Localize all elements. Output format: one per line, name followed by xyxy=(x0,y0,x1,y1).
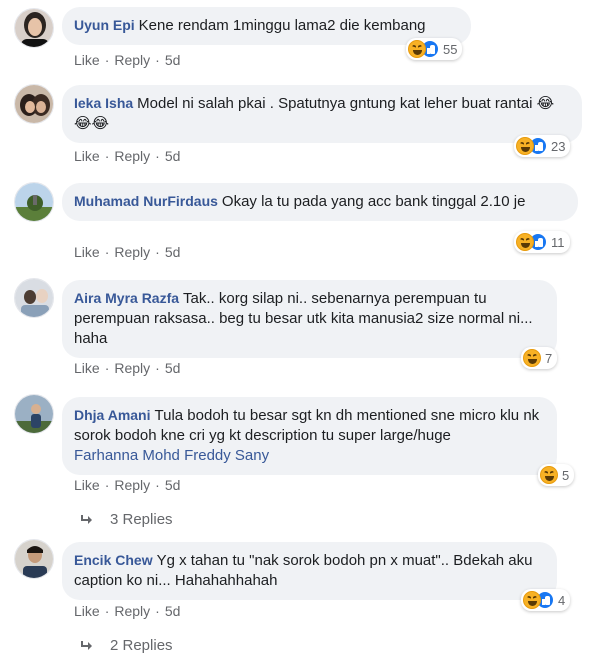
comment-actions: Like · Reply · 5d xyxy=(74,52,180,68)
reaction-count: 11 xyxy=(551,234,565,250)
like-button[interactable]: Like xyxy=(74,148,100,164)
comment-actions: Like · Reply · 5d xyxy=(74,148,180,164)
comment-bubble: Muhamad NurFirdaus Okay la tu pada yang a… xyxy=(62,183,578,221)
reply-button[interactable]: Reply xyxy=(114,148,150,164)
avatar[interactable] xyxy=(14,182,54,222)
avatar[interactable] xyxy=(14,539,54,579)
reaction-count: 55 xyxy=(443,41,458,57)
reply-button[interactable]: Reply xyxy=(114,244,150,260)
reply-button[interactable]: Reply xyxy=(114,360,150,376)
replies-count[interactable]: 2 Replies xyxy=(110,637,173,654)
separator: · xyxy=(104,244,110,260)
comment-author[interactable]: Encik Chew xyxy=(74,552,153,568)
avatar[interactable] xyxy=(14,8,54,48)
haha-reaction-icon xyxy=(516,233,534,251)
separator: · xyxy=(155,52,160,68)
tagged-user-link[interactable]: Farhanna Mohd Freddy Sany xyxy=(74,446,545,466)
comment-bubble: Dhja Amani Tula bodoh tu besar sgt kn dh … xyxy=(62,397,557,475)
separator: · xyxy=(104,148,110,164)
comment-text: Kene rendam 1minggu lama2 die kembang xyxy=(138,17,426,34)
comment-bubble: Encik Chew Yg x tahan tu "nak sorok bodoh… xyxy=(62,542,557,600)
reaction-summary[interactable]: 7 xyxy=(521,347,558,369)
reply-button[interactable]: Reply xyxy=(114,603,150,619)
comment-timestamp[interactable]: 5d xyxy=(165,52,181,68)
like-button[interactable]: Like xyxy=(74,603,100,619)
reaction-count: 23 xyxy=(551,138,566,154)
reaction-count: 4 xyxy=(558,592,566,608)
haha-reaction-icon xyxy=(408,40,426,58)
comment-author[interactable]: Ieka Isha xyxy=(74,95,133,111)
reaction-summary[interactable]: 55 xyxy=(406,38,463,60)
haha-reaction-icon xyxy=(523,349,541,367)
view-replies-link[interactable]: 3 Replies xyxy=(80,511,173,528)
reaction-count: 7 xyxy=(545,350,553,366)
separator: · xyxy=(155,477,160,493)
reaction-summary[interactable]: 23 xyxy=(514,135,571,157)
reaction-summary[interactable]: 4 xyxy=(521,589,571,611)
comment-actions: Like · Reply · 5d xyxy=(74,360,180,376)
comment-actions: Like · Reply · 5d xyxy=(74,603,180,619)
reply-arrow-icon xyxy=(81,514,92,524)
comment-author[interactable]: Aira Myra Razfa xyxy=(74,290,179,306)
reaction-summary[interactable]: 11 xyxy=(514,231,570,253)
comment-timestamp[interactable]: 5d xyxy=(165,477,181,493)
view-replies-link[interactable]: 2 Replies xyxy=(80,637,173,654)
separator: · xyxy=(155,360,160,376)
haha-reaction-icon xyxy=(516,137,534,155)
like-button[interactable]: Like xyxy=(74,244,100,260)
separator: · xyxy=(155,148,160,164)
separator: · xyxy=(104,603,110,619)
reply-arrow-icon xyxy=(81,640,92,650)
separator: · xyxy=(155,244,160,260)
comment-actions: Like · Reply · 5d xyxy=(74,244,180,260)
separator: · xyxy=(104,360,110,376)
comment-actions: Like · Reply · 5d xyxy=(74,477,180,493)
reaction-count: 5 xyxy=(562,467,570,483)
avatar[interactable] xyxy=(14,84,54,124)
comment-timestamp[interactable]: 5d xyxy=(165,360,181,376)
haha-reaction-icon xyxy=(540,466,558,484)
haha-reaction-icon xyxy=(523,591,541,609)
separator: · xyxy=(104,52,110,68)
separator: · xyxy=(155,603,160,619)
like-button[interactable]: Like xyxy=(74,52,100,68)
comment-author[interactable]: Dhja Amani xyxy=(74,407,151,423)
comment-bubble: Ieka Isha Model ni salah pkai . Spatutnya… xyxy=(62,85,582,143)
like-button[interactable]: Like xyxy=(74,477,100,493)
comment-bubble: Aira Myra Razfa Tak.. korg silap ni.. seb… xyxy=(62,280,557,358)
comment-author[interactable]: Muhamad NurFirdaus xyxy=(74,193,218,209)
comment-author[interactable]: Uyun Epi xyxy=(74,17,135,33)
comment-timestamp[interactable]: 5d xyxy=(165,244,181,260)
reaction-summary[interactable]: 5 xyxy=(538,464,575,486)
avatar[interactable] xyxy=(14,278,54,318)
reply-button[interactable]: Reply xyxy=(114,477,150,493)
comment-text: Okay la tu pada yang acc bank tinggal 2.… xyxy=(221,193,526,210)
separator: · xyxy=(104,477,110,493)
like-button[interactable]: Like xyxy=(74,360,100,376)
avatar[interactable] xyxy=(14,394,54,434)
comment-timestamp[interactable]: 5d xyxy=(165,148,181,164)
comment-text: Model ni salah pkai . Spatutnya gntung k… xyxy=(74,95,555,132)
reply-button[interactable]: Reply xyxy=(114,52,150,68)
comment-timestamp[interactable]: 5d xyxy=(165,603,181,619)
replies-count[interactable]: 3 Replies xyxy=(110,511,173,528)
